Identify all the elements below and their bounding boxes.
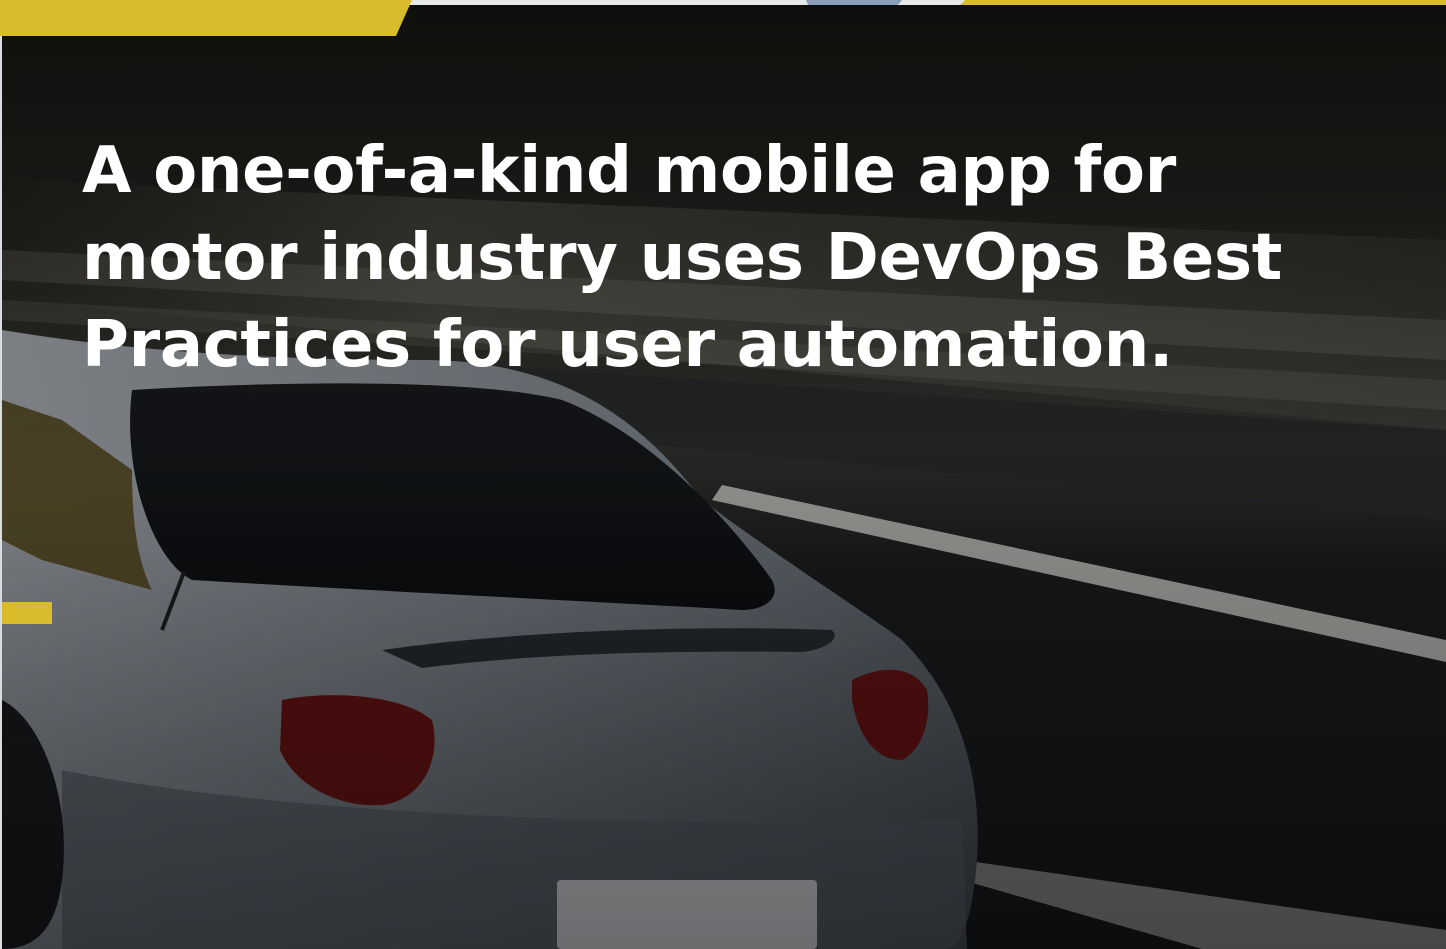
side-accent-bar (2, 602, 52, 624)
headline-line-2: motor industry uses DevOps Best (82, 221, 1283, 295)
top-accent-bar (0, 0, 1446, 36)
headline-line-1: A one-of-a-kind mobile app for (82, 134, 1176, 208)
headline-line-3: Practices for user automation. (82, 308, 1173, 382)
headline: A one-of-a-kind mobile app for motor ind… (82, 128, 1322, 389)
